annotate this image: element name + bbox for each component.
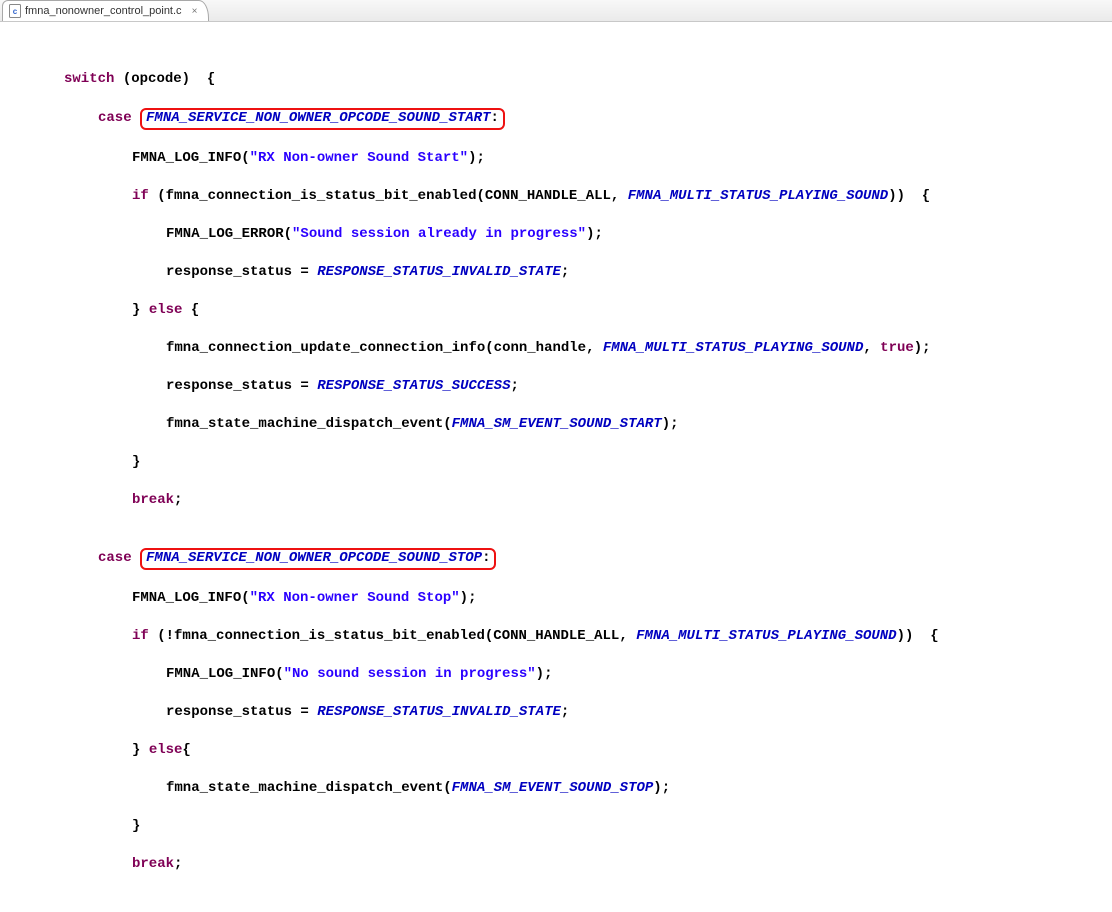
code-line: } else { — [12, 301, 1112, 320]
code-line: FMNA_LOG_ERROR("Sound session already in… — [12, 225, 1112, 244]
code-line: FMNA_LOG_INFO("RX Non-owner Sound Start"… — [12, 149, 1112, 168]
code-line: if (!fmna_connection_is_status_bit_enabl… — [12, 627, 1112, 646]
code-line: case FMNA_SERVICE_NON_OWNER_OPCODE_SOUND… — [12, 108, 1112, 130]
editor-tab-bar: c fmna_nonowner_control_point.c × — [0, 0, 1112, 22]
svg-text:c: c — [13, 7, 18, 16]
file-tab[interactable]: c fmna_nonowner_control_point.c × — [2, 0, 209, 21]
keyword-case: case — [98, 110, 132, 126]
code-line: break; — [12, 491, 1112, 510]
code-line: FMNA_LOG_INFO("No sound session in progr… — [12, 665, 1112, 684]
code-line: fmna_state_machine_dispatch_event(FMNA_S… — [12, 779, 1112, 798]
code-line: if (fmna_connection_is_status_bit_enable… — [12, 187, 1112, 206]
code-line: FMNA_LOG_INFO("RX Non-owner Sound Stop")… — [12, 589, 1112, 608]
code-line: } else{ — [12, 741, 1112, 760]
keyword-switch: switch — [64, 71, 114, 87]
highlighted-constant-start: FMNA_SERVICE_NON_OWNER_OPCODE_SOUND_STAR… — [140, 108, 505, 130]
highlighted-constant-stop: FMNA_SERVICE_NON_OWNER_OPCODE_SOUND_STOP… — [140, 548, 496, 570]
c-file-icon: c — [9, 4, 21, 18]
switch-var: opcode — [131, 71, 181, 87]
code-line: fmna_state_machine_dispatch_event(FMNA_S… — [12, 415, 1112, 434]
close-icon[interactable]: × — [190, 6, 200, 16]
code-editor[interactable]: switch (opcode) { case FMNA_SERVICE_NON_… — [0, 22, 1112, 912]
code-line: fmna_connection_update_connection_info(c… — [12, 339, 1112, 358]
code-line: response_status = RESPONSE_STATUS_INVALI… — [12, 703, 1112, 722]
code-line: switch (opcode) { — [12, 70, 1112, 89]
code-line: } — [12, 453, 1112, 472]
code-line: response_status = RESPONSE_STATUS_SUCCES… — [12, 377, 1112, 396]
code-line: } — [12, 817, 1112, 836]
code-line: response_status = RESPONSE_STATUS_INVALI… — [12, 263, 1112, 282]
code-line: break; — [12, 855, 1112, 874]
tab-filename: fmna_nonowner_control_point.c — [25, 5, 182, 17]
code-line: case FMNA_SERVICE_NON_OWNER_OPCODE_SOUND… — [12, 548, 1112, 570]
